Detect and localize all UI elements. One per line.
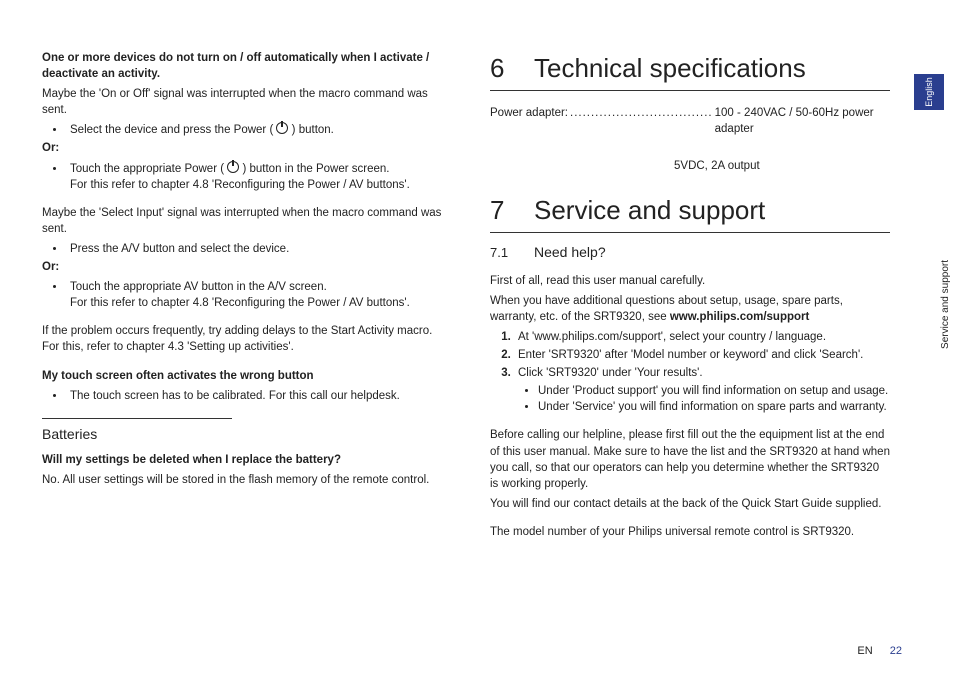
step-1: At 'www.philips.com/support', select you… bbox=[514, 329, 890, 345]
issue1-bullet-3: Press the A/V button and select the devi… bbox=[66, 241, 442, 257]
issue1-bullet-2: Touch the appropriate Power ( ) button i… bbox=[66, 161, 442, 193]
step-3a: Under 'Product support' you will find in… bbox=[538, 383, 890, 399]
step-2: Enter 'SRT9320' after 'Model number or k… bbox=[514, 347, 890, 363]
language-tab: English bbox=[914, 74, 944, 110]
chapter-7-rule bbox=[490, 232, 890, 233]
section-side-label: Service and support bbox=[940, 260, 951, 349]
spec-row: Power adapter: .........................… bbox=[490, 105, 890, 137]
help-p1: First of all, read this user manual care… bbox=[490, 273, 890, 289]
issue2-title: My touch screen often activates the wron… bbox=[42, 368, 442, 384]
chapter-6-rule bbox=[490, 90, 890, 91]
help-p4: You will find our contact details at the… bbox=[490, 496, 890, 512]
page-footer: EN 22 bbox=[857, 645, 902, 657]
step-3b: Under 'Service' you will find informatio… bbox=[538, 399, 890, 415]
issue1-p1: Maybe the 'On or Off' signal was interru… bbox=[42, 86, 442, 118]
issue2-bullet-1: The touch screen has to be calibrated. F… bbox=[66, 388, 442, 404]
chapter-7-heading: 7 Service and support bbox=[490, 192, 890, 228]
batteries-question: Will my settings be deleted when I repla… bbox=[42, 452, 442, 468]
issue1-bullet-4: Touch the appropriate AV button in the A… bbox=[66, 279, 442, 311]
power-icon bbox=[227, 161, 239, 173]
section-7-1-heading: 7.1 Need help? bbox=[490, 243, 890, 263]
right-column: 6 Technical specifications Power adapter… bbox=[490, 50, 890, 655]
issue1-p2: Maybe the 'Select Input' signal was inte… bbox=[42, 205, 442, 237]
divider bbox=[42, 418, 232, 419]
help-p2: When you have additional questions about… bbox=[490, 293, 890, 325]
left-column: One or more devices do not turn on / off… bbox=[42, 50, 442, 655]
help-p5: The model number of your Philips univers… bbox=[490, 524, 890, 540]
or-label-2: Or: bbox=[42, 259, 442, 275]
issue1-title: One or more devices do not turn on / off… bbox=[42, 50, 442, 82]
power-icon bbox=[276, 122, 288, 134]
issue1-bullet-1: Select the device and press the Power ( … bbox=[66, 122, 442, 138]
or-label-1: Or: bbox=[42, 140, 442, 156]
chapter-6-heading: 6 Technical specifications bbox=[490, 50, 890, 86]
help-p3: Before calling our helpline, please firs… bbox=[490, 427, 890, 491]
batteries-heading: Batteries bbox=[42, 425, 442, 445]
batteries-answer: No. All user settings will be stored in … bbox=[42, 472, 442, 488]
issue1-p3: If the problem occurs frequently, try ad… bbox=[42, 323, 442, 355]
step-3: Click 'SRT9320' under 'Your results'. bbox=[514, 365, 890, 381]
spec-row-2: 5VDC, 2A output bbox=[674, 158, 890, 174]
